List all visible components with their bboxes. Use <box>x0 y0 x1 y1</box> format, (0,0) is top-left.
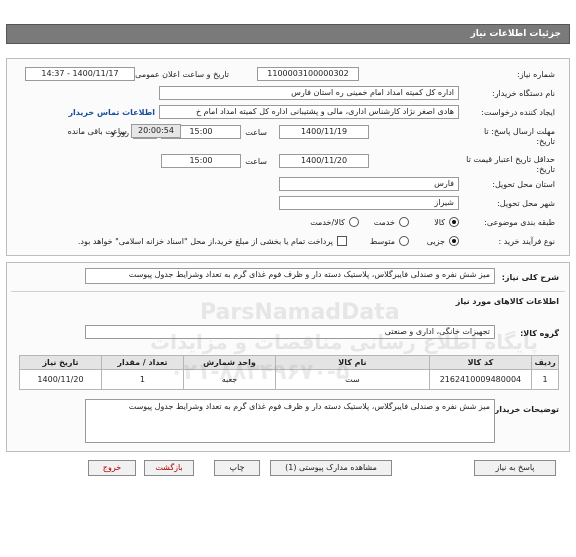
buyer-label: نام دستگاه خریدار: <box>492 89 555 98</box>
column-header-unit: واحد شمارش <box>182 355 277 370</box>
validity-label: حداقل تاریخ اعتبار قیمت تا تاریخ: <box>466 155 555 174</box>
category-goods-radio[interactable] <box>449 217 459 227</box>
city-label: شهر محل تحویل: <box>497 199 555 208</box>
validity-time-field[interactable]: 15:00 <box>161 154 241 168</box>
deadline-label: مهلت ارسال پاسخ: تا تاریخ: <box>483 127 555 146</box>
attachments-button[interactable]: مشاهده مدارک پیوستی (1) <box>270 460 392 476</box>
buyer-notes-field[interactable]: میز شش نفره و صندلی فایبرگلاس، پلاستیک د… <box>85 399 495 443</box>
category-goods-label: کالا <box>434 218 445 227</box>
need-number-label: شماره نیاز: <box>517 70 555 79</box>
need-number-field[interactable]: 1100003100000302 <box>257 67 359 81</box>
category-label: طبقه بندی موضوعی: <box>484 218 555 227</box>
category-goods-service-radio[interactable] <box>349 217 359 227</box>
process-label: نوع فرآیند خرید : <box>498 237 555 246</box>
cell-unit: جعبه <box>182 369 277 390</box>
process-minor-radio[interactable] <box>449 236 459 246</box>
goods-table: ردیف کد کالا نام کالا واحد شمارش تعداد /… <box>19 355 559 390</box>
divider <box>11 291 565 292</box>
goods-group-label: گروه کالا: <box>520 329 559 338</box>
goods-group-field[interactable]: تجهیزات خانگی، اداری و صنعتی <box>85 325 495 339</box>
reply-button[interactable]: پاسخ به نیاز <box>474 460 556 476</box>
need-summary-field[interactable]: میز شش نفره و صندلی فایبرگلاس، پلاستیک د… <box>85 268 495 284</box>
column-header-qty: تعداد / مقدار <box>100 355 184 370</box>
column-header-name: نام کالا <box>275 355 430 370</box>
process-medium-radio[interactable] <box>399 236 409 246</box>
cell-row: 1 <box>531 369 559 390</box>
need-info-panel: شماره نیاز: 1100003100000302 تاریخ و ساع… <box>6 58 570 256</box>
cell-name: ست <box>275 369 430 390</box>
announce-label: تاریخ و ساعت اعلان عمومی: <box>132 70 229 79</box>
goods-table-header: ردیف کد کالا نام کالا واحد شمارش تعداد /… <box>19 355 559 370</box>
cell-code: 2162410009480004 <box>428 369 533 390</box>
remaining-time-label: ساعت باقی مانده <box>67 127 127 136</box>
deadline-date-field[interactable]: 1400/11/19 <box>279 125 369 139</box>
column-header-row: ردیف <box>531 355 559 370</box>
page-title: جزئیات اطلاعات نیاز <box>470 29 561 39</box>
buyer-contact-link[interactable]: اطلاعات تماس خریدار <box>68 108 155 117</box>
remaining-time-field: 20:00:54 <box>131 124 181 138</box>
deadline-time-label: ساعت <box>245 128 267 137</box>
goods-panel: شرح کلی نیاز: میز شش نفره و صندلی فایبرگ… <box>6 262 570 452</box>
validity-date-field[interactable]: 1400/11/20 <box>279 154 369 168</box>
city-field[interactable]: شیراز <box>279 196 459 210</box>
creator-label: ایجاد کننده درخواست: <box>481 108 555 117</box>
page-header: جزئیات اطلاعات نیاز <box>6 24 570 44</box>
validity-time-label: ساعت <box>245 157 267 166</box>
process-medium-label: متوسط <box>369 237 395 246</box>
need-summary-label: شرح کلی نیاز: <box>501 273 559 282</box>
category-service-radio[interactable] <box>399 217 409 227</box>
table-row[interactable]: 1 2162410009480004 ست جعبه 1 1400/11/20 <box>19 369 559 390</box>
cell-date: 1400/11/20 <box>19 369 102 390</box>
province-field[interactable]: فارس <box>279 177 459 191</box>
page: جزئیات اطلاعات نیاز شماره نیاز: 11000031… <box>0 0 576 557</box>
treasury-payment-note: پرداخت تمام یا بخشی از مبلغ خرید،از محل … <box>77 237 333 246</box>
category-service-label: خدمت <box>373 218 395 227</box>
back-button[interactable]: بازگشت <box>144 460 194 476</box>
goods-section-title: اطلاعات کالاهای مورد نیاز <box>455 297 559 306</box>
column-header-code: کد کالا <box>428 355 533 370</box>
announce-field[interactable]: 1400/11/17 - 14:37 <box>25 67 135 81</box>
category-goods-service-label: کالا/خدمت <box>310 218 345 227</box>
cell-qty: 1 <box>100 369 184 390</box>
exit-button[interactable]: خروج <box>88 460 136 476</box>
creator-field[interactable]: هادی اصغر نژاد کارشناس اداری، مالی و پشت… <box>159 105 459 119</box>
buyer-notes-label: توضیحات خریدار: <box>491 405 559 414</box>
treasury-payment-checkbox[interactable] <box>337 236 347 246</box>
print-button[interactable]: چاپ <box>214 460 260 476</box>
column-header-date: تاریخ نیاز <box>19 355 102 370</box>
province-label: استان محل تحویل: <box>492 180 555 189</box>
buyer-field[interactable]: اداره کل کمیته امداد امام خمینی ره استان… <box>159 86 459 100</box>
process-minor-label: جزیی <box>426 237 445 246</box>
